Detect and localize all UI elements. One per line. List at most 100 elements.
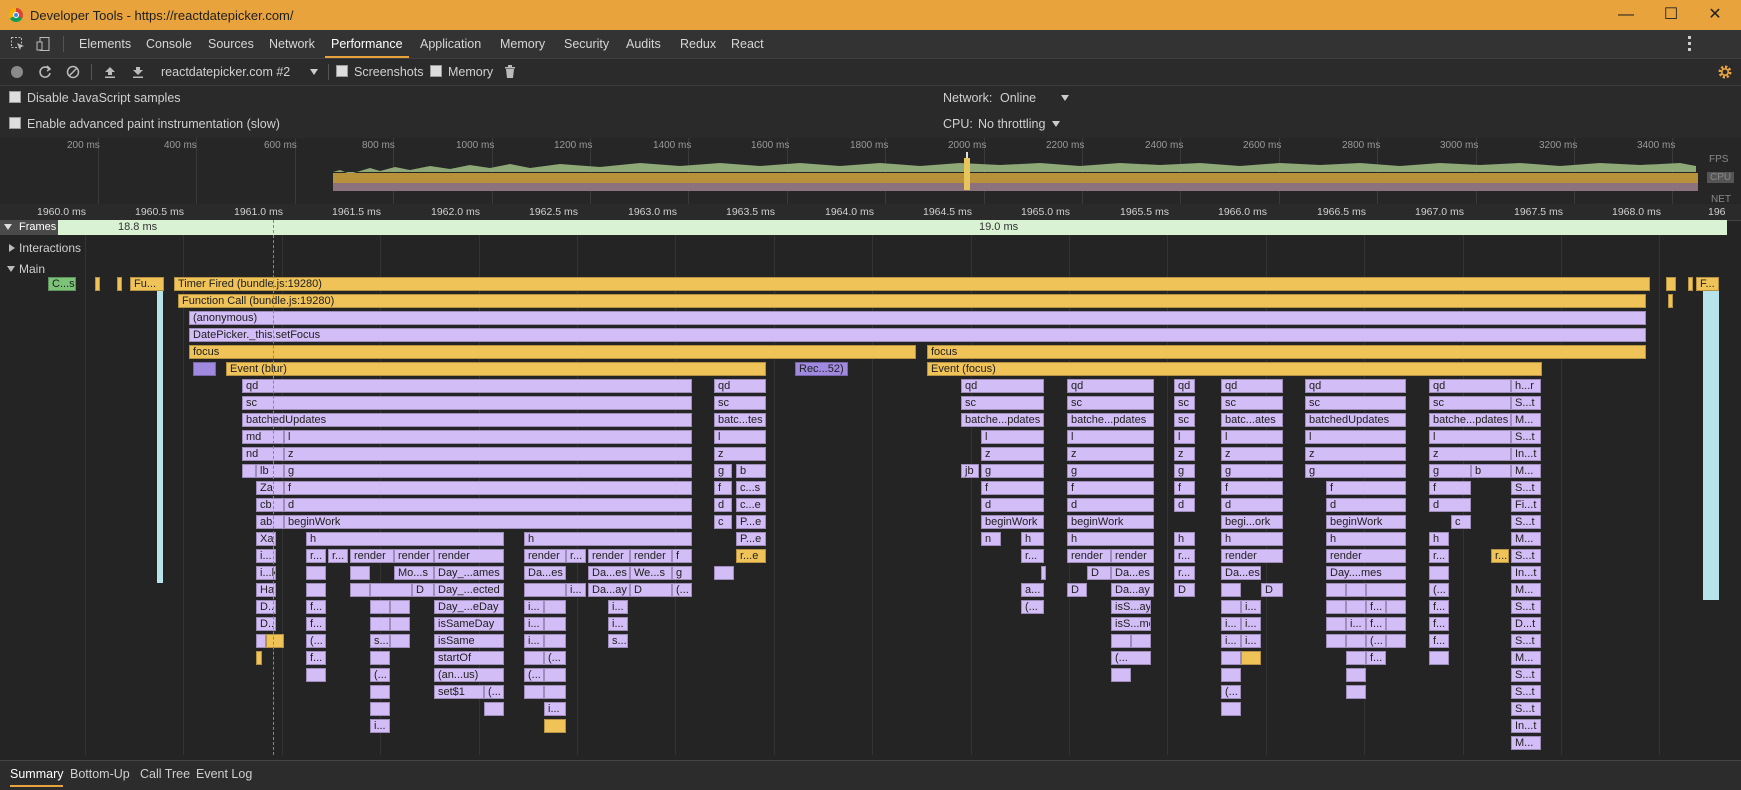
- flame-block[interactable]: z: [1221, 447, 1283, 461]
- flame-block[interactable]: D: [412, 583, 434, 597]
- tab-call-tree[interactable]: Call Tree: [140, 761, 190, 787]
- flame-block[interactable]: Da...ay: [1111, 583, 1154, 597]
- flame-block[interactable]: l: [714, 430, 766, 444]
- cpu-throttle-select[interactable]: No throttling: [978, 117, 1045, 131]
- flame-block[interactable]: [1326, 634, 1346, 648]
- flame-block[interactable]: b: [736, 464, 766, 478]
- flame-block[interactable]: [350, 566, 370, 580]
- flame-block[interactable]: Za: [256, 481, 284, 495]
- expand-arrow-icon[interactable]: [4, 224, 12, 230]
- flame-block[interactable]: (anonymous): [189, 311, 1646, 325]
- flame-block[interactable]: F...: [1696, 277, 1719, 291]
- network-throttle-select[interactable]: Online: [1000, 91, 1036, 105]
- flame-block[interactable]: render: [1067, 549, 1111, 563]
- flame-block[interactable]: i...: [608, 600, 628, 614]
- flame-block[interactable]: [1131, 634, 1151, 648]
- flame-sidebar-bar[interactable]: [157, 277, 163, 583]
- flame-block[interactable]: In...t: [1511, 719, 1541, 733]
- flame-block[interactable]: S...t: [1511, 481, 1541, 495]
- flame-block[interactable]: [524, 583, 566, 597]
- flame-block[interactable]: f...: [1366, 617, 1386, 631]
- flame-block[interactable]: batche...pdates: [961, 413, 1044, 427]
- flame-block[interactable]: [1366, 583, 1406, 597]
- flame-block[interactable]: beginWork: [1326, 515, 1406, 529]
- flame-block[interactable]: We...s: [630, 566, 672, 580]
- flame-block[interactable]: M...: [1511, 532, 1541, 546]
- flame-block[interactable]: Fu...: [130, 277, 164, 291]
- flame-block[interactable]: h: [1067, 532, 1154, 546]
- flame-block[interactable]: sc: [961, 396, 1044, 410]
- flame-block[interactable]: [1346, 668, 1366, 682]
- flame-block[interactable]: (...: [306, 634, 326, 648]
- flame-block[interactable]: [1386, 617, 1406, 631]
- flame-block[interactable]: sc: [1174, 396, 1195, 410]
- flame-block[interactable]: qd: [242, 379, 692, 393]
- flame-block[interactable]: jb: [961, 464, 979, 478]
- flame-block[interactable]: f: [1429, 481, 1471, 495]
- flame-block[interactable]: sc: [1067, 396, 1154, 410]
- flame-block[interactable]: S...t: [1511, 634, 1541, 648]
- flame-block[interactable]: l: [1429, 430, 1511, 444]
- flame-block[interactable]: render: [350, 549, 394, 563]
- flame-block[interactable]: d: [714, 498, 732, 512]
- flame-block[interactable]: Mo...s: [394, 566, 434, 580]
- flame-block[interactable]: batche...pdates: [1067, 413, 1154, 427]
- flame-block[interactable]: [1386, 634, 1406, 648]
- flame-block[interactable]: [256, 651, 262, 665]
- flame-block[interactable]: qd: [961, 379, 1044, 393]
- flame-block[interactable]: [1326, 600, 1346, 614]
- flame-block[interactable]: S...t: [1511, 685, 1541, 699]
- timeline-overview[interactable]: 200 ms 400 ms 600 ms 800 ms 1000 ms 1200…: [0, 138, 1741, 205]
- flame-block[interactable]: l: [1305, 430, 1406, 444]
- maximize-button[interactable]: ☐: [1656, 4, 1686, 26]
- flame-block[interactable]: d: [284, 498, 692, 512]
- flame-block[interactable]: [370, 583, 412, 597]
- flame-block[interactable]: qd: [1067, 379, 1154, 393]
- flame-block[interactable]: i...: [566, 583, 586, 597]
- flame-block[interactable]: [1111, 634, 1131, 648]
- flame-block[interactable]: i...: [1346, 617, 1366, 631]
- flame-block[interactable]: h: [524, 532, 692, 546]
- frame-duration[interactable]: 19.0 ms: [979, 221, 1018, 233]
- flame-block[interactable]: M...: [1511, 736, 1541, 750]
- flame-block[interactable]: c: [1451, 515, 1471, 529]
- flame-block[interactable]: begi...ork: [1221, 515, 1283, 529]
- flame-block[interactable]: [370, 702, 390, 716]
- tab-sources[interactable]: Sources: [208, 30, 254, 58]
- flame-block[interactable]: f...: [1429, 617, 1449, 631]
- flame-block[interactable]: z: [1429, 447, 1511, 461]
- flame-block[interactable]: render: [394, 549, 434, 563]
- flame-block[interactable]: z: [981, 447, 1044, 461]
- main-flame-chart[interactable]: C...s Fu... Timer Fired (bundle.js:19280) F…: [0, 277, 1727, 755]
- flame-block[interactable]: [1429, 651, 1449, 665]
- frames-track[interactable]: Frames 18.8 ms 19.0 ms: [0, 220, 1727, 235]
- tab-bottom-up[interactable]: Bottom-Up: [70, 761, 130, 787]
- flame-block[interactable]: DatePicker._this.setFocus: [189, 328, 1646, 342]
- flame-block[interactable]: a...: [1021, 583, 1044, 597]
- flame-block[interactable]: qd: [1221, 379, 1283, 393]
- flame-block[interactable]: Da...es: [1221, 566, 1261, 580]
- flame-block[interactable]: f...: [306, 600, 326, 614]
- flame-block[interactable]: sc: [1305, 396, 1406, 410]
- flame-block[interactable]: render: [1111, 549, 1154, 563]
- tab-console[interactable]: Console: [146, 30, 192, 58]
- flame-block[interactable]: [193, 362, 216, 376]
- flame-block[interactable]: l: [1174, 430, 1195, 444]
- chevron-down-icon[interactable]: [1052, 121, 1060, 127]
- flame-block[interactable]: f: [672, 549, 692, 563]
- flame-block[interactable]: f: [981, 481, 1044, 495]
- flame-block[interactable]: beginWork: [1067, 515, 1154, 529]
- flame-block[interactable]: r...: [1174, 549, 1195, 563]
- flame-block[interactable]: i...: [524, 634, 544, 648]
- flame-block[interactable]: z: [714, 447, 766, 461]
- flame-block[interactable]: sc: [1221, 396, 1283, 410]
- screenshots-checkbox[interactable]: Screenshots: [336, 59, 423, 85]
- flame-block[interactable]: b: [1471, 464, 1511, 478]
- flame-block[interactable]: f: [714, 481, 732, 495]
- flame-block[interactable]: S...t: [1511, 430, 1541, 444]
- flame-block[interactable]: Da...ay: [588, 583, 630, 597]
- flame-block[interactable]: Da...es: [1111, 566, 1154, 580]
- flame-block[interactable]: [350, 583, 370, 597]
- flame-block[interactable]: batchedUpdates: [242, 413, 692, 427]
- flame-block[interactable]: M...: [1511, 651, 1541, 665]
